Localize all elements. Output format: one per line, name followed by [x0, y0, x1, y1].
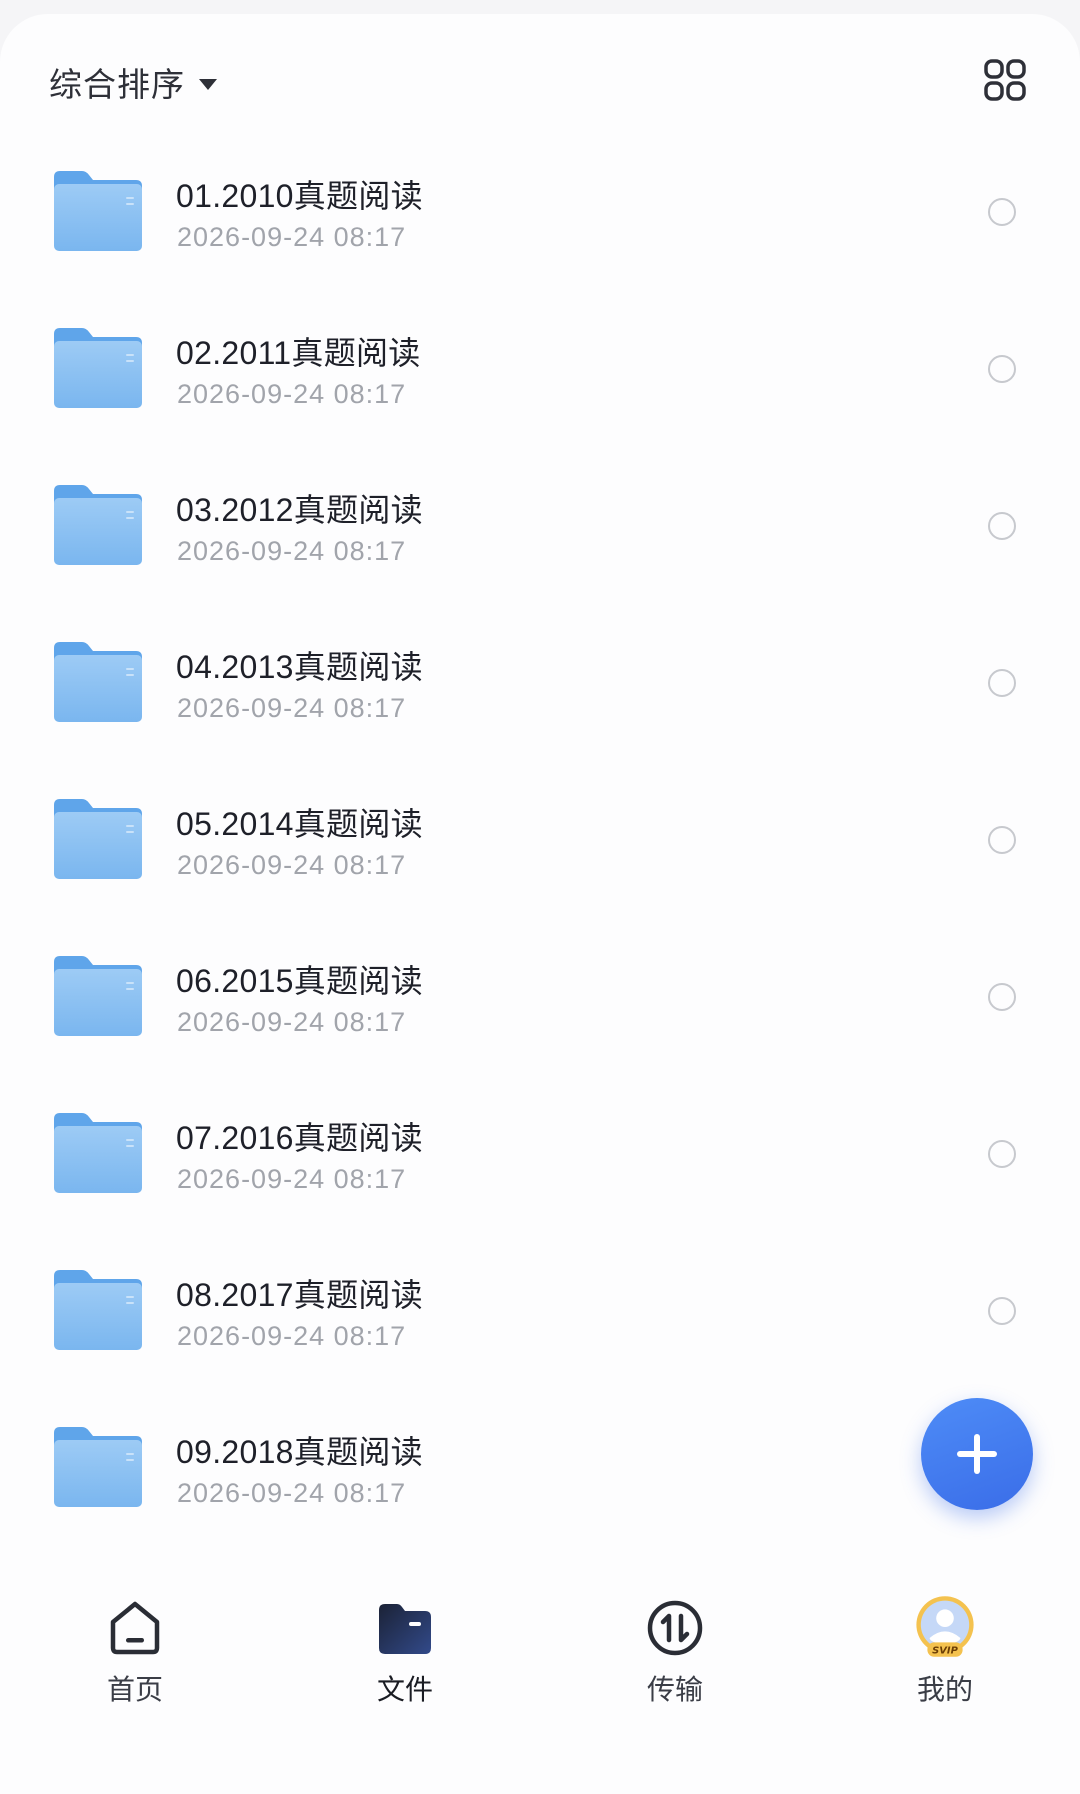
- folder-icon: [54, 328, 142, 408]
- folder-icon: [54, 1270, 142, 1350]
- list-item[interactable]: 02.2011真题阅读 2026-09-24 08:17: [0, 293, 1080, 450]
- avatar-svip-icon: SVIP: [916, 1596, 974, 1657]
- file-name: 04.2013真题阅读: [176, 649, 423, 685]
- list-item[interactable]: 07.2016真题阅读 2026-09-24 08:17: [0, 1078, 1080, 1235]
- file-name: 08.2017真题阅读: [176, 1277, 423, 1313]
- tab-transfer[interactable]: 传输: [605, 1580, 745, 1710]
- file-date: 2026-09-24 08:17: [177, 222, 407, 252]
- file-date: 2026-09-24 08:17: [177, 1164, 407, 1194]
- folder-icon: [54, 171, 142, 251]
- file-name: 06.2015真题阅读: [176, 963, 423, 999]
- tab-label-transfer: 传输: [646, 1674, 703, 1705]
- file-name: 07.2016真题阅读: [176, 1120, 423, 1156]
- tab-label-files: 文件: [376, 1674, 433, 1705]
- file-date: 2026-09-24 08:17: [177, 693, 407, 723]
- file-name: 01.2010真题阅读: [176, 178, 423, 214]
- select-radio[interactable]: [988, 826, 1016, 854]
- select-radio[interactable]: [988, 198, 1016, 226]
- caret-down-icon: [199, 78, 217, 90]
- file-date: 2026-09-24 08:17: [177, 850, 407, 880]
- folder-icon: [54, 799, 142, 879]
- file-date: 2026-09-24 08:17: [177, 536, 407, 566]
- home-icon: [110, 1601, 160, 1655]
- tab-label-home: 首页: [106, 1674, 163, 1705]
- folder-icon: [379, 1604, 431, 1654]
- tab-label-mine: 我的: [916, 1674, 973, 1705]
- list-item[interactable]: 01.2010真题阅读 2026-09-24 08:17: [0, 136, 1080, 293]
- file-name: 02.2011真题阅读: [176, 335, 421, 371]
- folder-icon: [54, 1113, 142, 1193]
- folder-icon: [54, 956, 142, 1036]
- select-radio[interactable]: [988, 512, 1016, 540]
- file-name: 03.2012真题阅读: [176, 492, 423, 528]
- list-item[interactable]: 03.2012真题阅读 2026-09-24 08:17: [0, 450, 1080, 607]
- list-item[interactable]: 04.2013真题阅读 2026-09-24 08:17: [0, 607, 1080, 764]
- list-item[interactable]: 09.2018真题阅读 2026-09-24 08:17: [0, 1392, 1080, 1549]
- svg-text:SVIP: SVIP: [932, 1645, 958, 1656]
- tab-files[interactable]: 文件: [335, 1580, 475, 1710]
- file-list-panel: 综合排序 01.2010真题阅读 2026-09-24 08:17 02.201…: [0, 14, 1080, 1794]
- file-list: 01.2010真题阅读 2026-09-24 08:17 02.2011真题阅读…: [0, 136, 1080, 1549]
- folder-icon: [54, 485, 142, 565]
- file-name: 05.2014真题阅读: [176, 806, 423, 842]
- select-radio[interactable]: [988, 355, 1016, 383]
- plus-icon: [957, 1434, 997, 1474]
- select-radio[interactable]: [988, 669, 1016, 697]
- list-item[interactable]: 05.2014真题阅读 2026-09-24 08:17: [0, 764, 1080, 921]
- list-item[interactable]: 06.2015真题阅读 2026-09-24 08:17: [0, 921, 1080, 1078]
- folder-icon: [54, 1427, 142, 1507]
- file-date: 2026-09-24 08:17: [177, 1478, 407, 1508]
- select-radio[interactable]: [988, 983, 1016, 1011]
- bottom-tab-bar: 首页 文件 传输 SVIP 我的: [0, 1580, 1080, 1710]
- file-date: 2026-09-24 08:17: [177, 1007, 407, 1037]
- list-item[interactable]: 08.2017真题阅读 2026-09-24 08:17: [0, 1235, 1080, 1392]
- grid-view-icon[interactable]: [984, 59, 1026, 101]
- folder-icon: [54, 642, 142, 722]
- transfer-icon: [647, 1600, 703, 1656]
- file-date: 2026-09-24 08:17: [177, 379, 407, 409]
- file-name: 09.2018真题阅读: [176, 1434, 423, 1470]
- file-date: 2026-09-24 08:17: [177, 1321, 407, 1351]
- sort-label: 综合排序: [49, 66, 185, 103]
- tab-home[interactable]: 首页: [65, 1580, 205, 1710]
- add-button[interactable]: [921, 1398, 1033, 1510]
- select-radio[interactable]: [988, 1297, 1016, 1325]
- tab-mine[interactable]: SVIP 我的: [875, 1580, 1015, 1710]
- sort-dropdown[interactable]: 综合排序: [49, 58, 217, 106]
- select-radio[interactable]: [988, 1140, 1016, 1168]
